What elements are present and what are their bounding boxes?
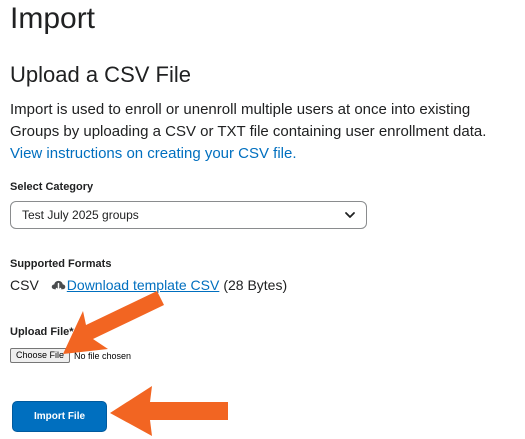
template-size: (28 Bytes): [223, 277, 288, 293]
format-name: CSV: [10, 277, 39, 293]
supported-formats-row: CSV Download template CSV (28 Bytes): [10, 277, 287, 293]
file-status: No file chosen: [74, 350, 132, 361]
choose-file-button[interactable]: Choose File: [10, 348, 71, 363]
arrow-upload-annotation: [63, 291, 164, 354]
category-select[interactable]: Test July 2025 groups: [10, 201, 367, 229]
chevron-down-icon: [345, 212, 355, 218]
intro-paragraph: Import is used to enroll or unenroll mul…: [10, 99, 520, 165]
select-category-label: Select Category: [10, 181, 94, 193]
upload-file-label: Upload File*: [10, 326, 74, 338]
intro-text: Import is used to enroll or unenroll mul…: [10, 101, 487, 140]
section-title: Upload a CSV File: [10, 62, 191, 87]
cloud-download-icon: [51, 280, 66, 291]
instructions-link[interactable]: View instructions on creating your CSV f…: [10, 145, 297, 162]
arrow-import-annotation: [110, 386, 228, 436]
file-input[interactable]: Choose File No file chosen: [10, 348, 131, 363]
import-file-button[interactable]: Import File: [12, 401, 107, 432]
page-title: Import: [10, 2, 96, 35]
download-template-link[interactable]: Download template CSV: [67, 277, 220, 293]
supported-formats-label: Supported Formats: [10, 258, 112, 270]
category-selected-value: Test July 2025 groups: [22, 208, 139, 222]
